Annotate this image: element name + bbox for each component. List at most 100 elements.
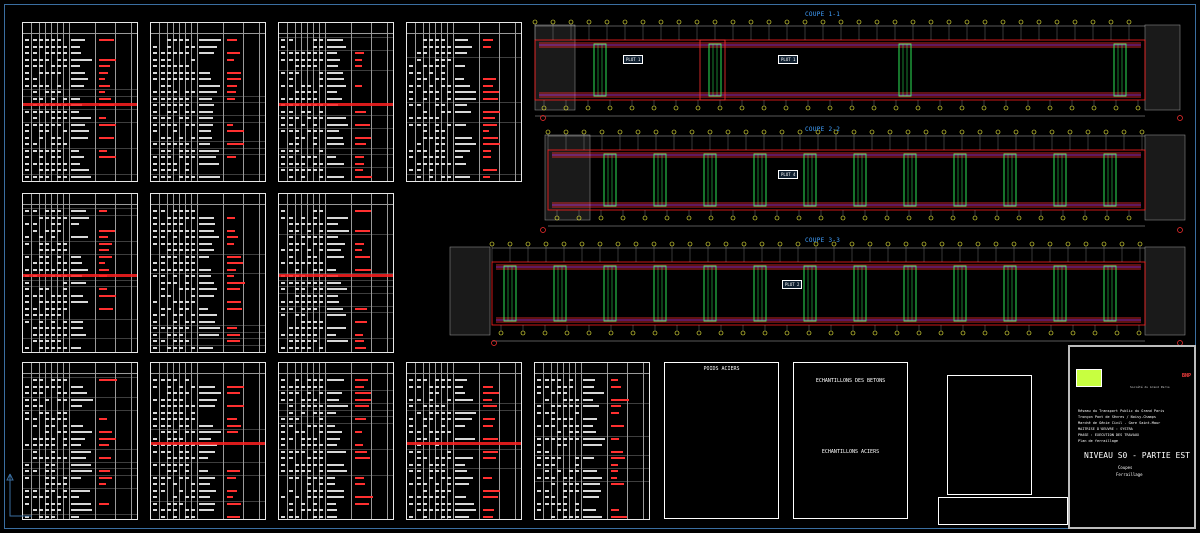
- rebar-callout: [1049, 129, 1055, 135]
- project-logo: [1076, 369, 1102, 387]
- rebar-callout: [705, 241, 711, 247]
- rebar-callout: [748, 19, 754, 25]
- stirrup-zone: [653, 153, 667, 207]
- rebar-callout: [568, 19, 574, 25]
- rebar-callout: [1026, 330, 1032, 336]
- rebar-callout: [543, 241, 549, 247]
- stirrup-zone: [653, 265, 667, 322]
- rebar-callout: [615, 241, 621, 247]
- rebar-callout: [651, 241, 657, 247]
- rebar-callout: [1013, 129, 1019, 135]
- rebar-callout: [651, 105, 657, 111]
- section-mark: [540, 115, 546, 121]
- stirrup-zone: [1003, 265, 1017, 322]
- rebar-callout: [921, 241, 927, 247]
- rebar-callout: [1048, 330, 1054, 336]
- ucs-axis-icon: [6, 473, 32, 517]
- rebar-callout: [498, 330, 504, 336]
- stirrup-zone: [1113, 43, 1127, 97]
- rebar-callout: [1091, 105, 1097, 111]
- rebar-callout: [946, 19, 952, 25]
- rebar-callout: [708, 215, 714, 221]
- rebar-callout: [1047, 105, 1053, 111]
- drawing-subtitle: Ferraillage: [1116, 472, 1143, 477]
- rebar-callout: [1025, 105, 1031, 111]
- rebar-callout: [718, 330, 724, 336]
- rebar-callout: [1036, 19, 1042, 25]
- rebar-callout: [607, 105, 613, 111]
- rebar-callout: [994, 215, 1000, 221]
- stirrup-zone: [803, 153, 817, 207]
- rebar-callout: [941, 129, 947, 135]
- diaphragm-wall-right: [1144, 134, 1186, 221]
- stirrup-zone: [1103, 153, 1117, 207]
- rebar-callout: [761, 105, 767, 111]
- stirrup-zone: [903, 265, 917, 322]
- rebar-callout: [937, 105, 943, 111]
- rebar-callout: [1029, 241, 1035, 247]
- drawing-title: NIVEAU S0 - PARTIE EST: [1084, 451, 1190, 460]
- rebar-callout: [957, 241, 963, 247]
- rebar-callout: [777, 241, 783, 247]
- diaphragm-wall-right: [1144, 246, 1186, 336]
- rebar-callout: [676, 19, 682, 25]
- rebar-callout: [761, 129, 767, 135]
- rebar-callout: [903, 241, 909, 247]
- rebar-callout: [604, 19, 610, 25]
- stirrup-zone: [753, 153, 767, 207]
- diaphragm-wall-right: [1144, 24, 1181, 111]
- rebar-callout: [838, 19, 844, 25]
- rebar-callout: [586, 330, 592, 336]
- rebar-callout: [1092, 330, 1098, 336]
- rebar-callout: [1136, 330, 1142, 336]
- rebar-callout: [872, 330, 878, 336]
- cad-drawing-canvas[interactable]: COUPE 1-1 COUPE 2-2 COUPE 3-3 PLOT 1 PLO…: [0, 0, 1200, 533]
- rebar-callout: [1126, 19, 1132, 25]
- section-mark: [491, 340, 497, 346]
- rebar-callout: [633, 241, 639, 247]
- rebar-callout: [752, 215, 758, 221]
- rebar-callout: [972, 215, 978, 221]
- stirrup-zone: [593, 43, 607, 97]
- rebar-callout: [1135, 105, 1141, 111]
- rebar-callout: [959, 129, 965, 135]
- client-line: Marché de Génie Civil - Gare Saint-Maur: [1078, 421, 1161, 425]
- stirrup-zone: [1053, 153, 1067, 207]
- title-block: BNP Société du Grand Paris Réseau du Tra…: [1068, 345, 1196, 529]
- rebar-callout: [695, 105, 701, 111]
- rebar-callout: [850, 330, 856, 336]
- plot-label-2: PLOT 4: [778, 170, 799, 179]
- rebar-callout: [892, 19, 898, 25]
- rebar-callout: [717, 105, 723, 111]
- rebar-callout: [977, 129, 983, 135]
- rebar-callout: [1114, 330, 1120, 336]
- rebar-callout: [599, 129, 605, 135]
- rebar-callout: [608, 330, 614, 336]
- rebar-callout: [802, 19, 808, 25]
- rebar-callout: [725, 129, 731, 135]
- rebar-callout: [597, 241, 603, 247]
- section-title-3: COUPE 3-3: [805, 237, 841, 244]
- rebar-callout: [818, 215, 824, 221]
- rebar-callout: [622, 19, 628, 25]
- rebar-callout: [1070, 330, 1076, 336]
- stirrup-zone: [953, 153, 967, 207]
- rebar-callout: [871, 105, 877, 111]
- rebar-callout: [950, 215, 956, 221]
- stirrup-zone: [708, 43, 722, 97]
- rebar-callout: [759, 241, 765, 247]
- stirrup-zone: [898, 43, 912, 97]
- legend-box-concrete-samples: ECHANTILLONS DES BETONS ECHANTILLONS ACI…: [793, 362, 908, 519]
- rebar-callout: [1003, 105, 1009, 111]
- rebar-callout: [867, 241, 873, 247]
- rebar-callout: [884, 215, 890, 221]
- rebar-callout: [1119, 241, 1125, 247]
- diaphragm-wall-left: [449, 246, 491, 336]
- rebar-callout: [563, 129, 569, 135]
- rebar-callout: [542, 330, 548, 336]
- rebar-callout: [1104, 215, 1110, 221]
- rebar-callout: [579, 241, 585, 247]
- rebar-callout: [1067, 129, 1073, 135]
- stirrup-zone: [553, 265, 567, 322]
- rebar-callout: [939, 241, 945, 247]
